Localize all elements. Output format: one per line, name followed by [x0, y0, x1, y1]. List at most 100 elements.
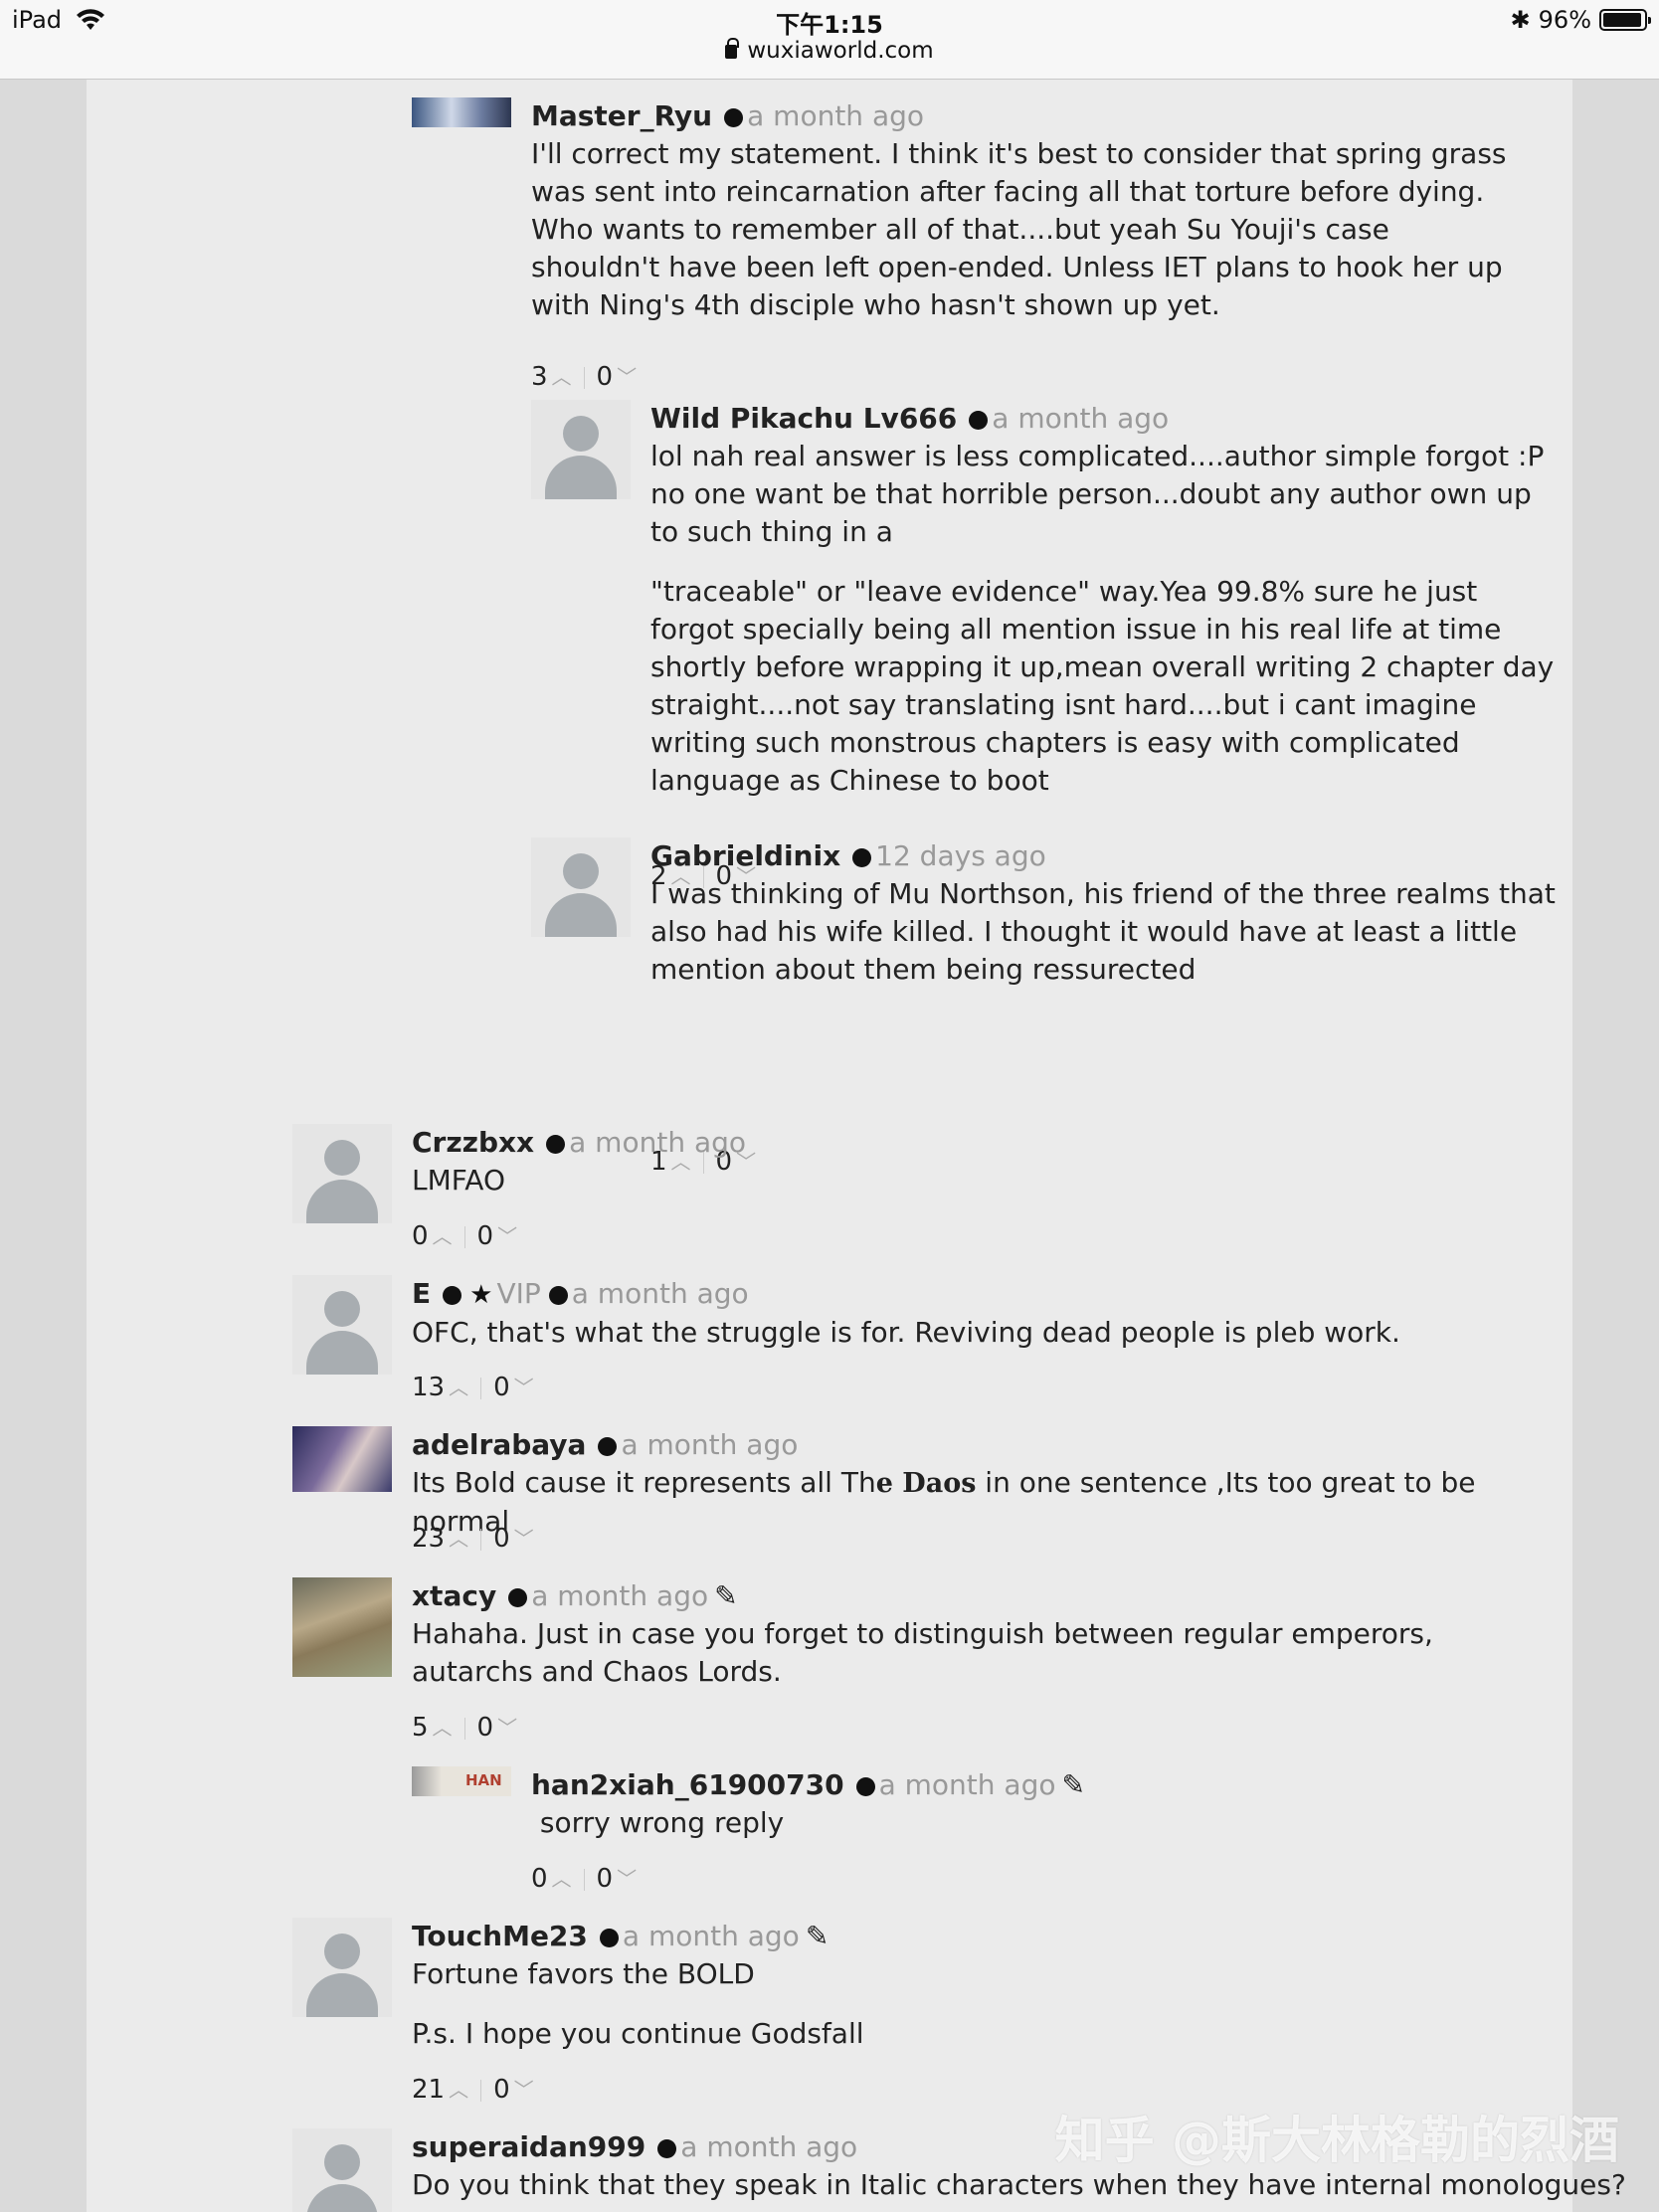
upvote-icon[interactable]: ︿	[552, 1863, 572, 1892]
vote-divider	[583, 366, 585, 389]
downvote-icon[interactable]: ﹀	[514, 2074, 534, 2103]
timestamp[interactable]: a month ago	[879, 1768, 1056, 1801]
avatar[interactable]	[292, 1275, 392, 1375]
watermark: 知乎 @斯大林格勒的烈酒	[1054, 2112, 1619, 2169]
comment-paragraph: LMFAO	[412, 1164, 505, 1197]
upvote-icon[interactable]: ︿	[433, 1220, 453, 1249]
timestamp[interactable]: a month ago	[623, 1920, 800, 1952]
comment-header: Gabrieldinix 12 days ago	[650, 837, 1566, 875]
upvote-icon[interactable]: ︿	[433, 1712, 453, 1741]
timestamp[interactable]: a month ago	[680, 2130, 857, 2163]
comment-paragraph: Hahaha. Just in case you forget to disti…	[412, 1617, 1433, 1688]
comment-paragraph: Fortune favors the BOLD	[412, 1957, 755, 1990]
battery-icon	[1599, 9, 1651, 31]
comment-paragraph: I'll correct my statement. I think it's …	[531, 137, 1507, 321]
downvote-count: 0	[596, 362, 614, 392]
username[interactable]: xtacy	[412, 1579, 496, 1612]
avatar[interactable]	[292, 2128, 392, 2212]
comment-text: OFC, that's what the struggle is for. Re…	[412, 1314, 1556, 1352]
downvote-icon[interactable]: ﹀	[617, 361, 637, 390]
avatar[interactable]	[292, 1577, 392, 1677]
upvote-count: 5	[412, 1713, 429, 1743]
battery-fill	[1603, 13, 1642, 27]
timestamp[interactable]: a month ago	[572, 1277, 749, 1310]
username[interactable]: Wild Pikachu Lv666	[650, 402, 957, 435]
avatar[interactable]: HAN	[412, 1766, 511, 1796]
comment-header: TouchMe23 a month ago ✎	[412, 1918, 1556, 1955]
separator-dot	[969, 411, 989, 430]
avatar[interactable]	[531, 400, 631, 499]
upvote-icon[interactable]: ︿	[449, 1372, 468, 1400]
downvote-icon[interactable]: ﹀	[497, 1220, 517, 1249]
timestamp[interactable]: a month ago	[531, 1579, 708, 1612]
username[interactable]: superaidan999	[412, 2130, 645, 2163]
clock: 下午1:15	[776, 11, 883, 39]
comment-text: Fortune favors the BOLD P.s. I hope you …	[412, 1955, 1556, 2053]
timestamp[interactable]: a month ago	[747, 99, 924, 132]
avatar[interactable]	[292, 1124, 392, 1223]
battery-percent: 96%	[1538, 6, 1591, 34]
bluetooth-icon: ✱	[1510, 6, 1531, 34]
address-bar[interactable]: wuxiaworld.com	[0, 38, 1659, 64]
upvote-icon[interactable]: ︿	[449, 1523, 468, 1552]
comment-text: Hahaha. Just in case you forget to disti…	[412, 1615, 1536, 1691]
username[interactable]: Master_Ryu	[531, 99, 712, 132]
vote-bar: 0 ︿ 0 ﹀	[531, 1864, 637, 1894]
username[interactable]: TouchMe23	[412, 1920, 588, 1952]
username[interactable]: Crzzbxx	[412, 1126, 534, 1159]
upvote-count: 23	[412, 1524, 446, 1554]
avatar[interactable]	[292, 1426, 392, 1492]
comment-text: sorry wrong reply	[531, 1804, 1526, 1842]
downvote-count: 0	[596, 1864, 614, 1894]
downvote-count: 0	[493, 1524, 510, 1554]
status-right: ✱ 96%	[1510, 6, 1651, 34]
comment-paragraph: sorry wrong reply	[531, 1806, 785, 1839]
vote-bar: 5 ︿ 0 ﹀	[412, 1713, 517, 1743]
star-icon: ★	[469, 1280, 493, 1310]
comment-header: Crzzbxx a month ago	[412, 1124, 1556, 1162]
lock-icon	[725, 38, 740, 59]
timestamp[interactable]: a month ago	[621, 1428, 798, 1461]
timestamp[interactable]: a month ago	[992, 402, 1169, 435]
vote-bar: 21 ︿ 0 ﹀	[412, 2075, 534, 2105]
timestamp[interactable]: 12 days ago	[875, 839, 1046, 872]
timestamp[interactable]: a month ago	[569, 1126, 746, 1159]
bold-text-segment: e Daos	[875, 1468, 977, 1499]
separator-dot	[657, 2139, 677, 2158]
avatar[interactable]	[531, 837, 631, 937]
downvote-icon[interactable]: ﹀	[514, 1523, 534, 1552]
username[interactable]: Gabrieldinix	[650, 839, 840, 872]
avatar-label: HAN	[465, 1771, 502, 1789]
vip-badge: VIP	[496, 1277, 541, 1310]
username[interactable]: adelrabaya	[412, 1428, 586, 1461]
vote-bar: 13 ︿ 0 ﹀	[412, 1373, 534, 1402]
separator-dot	[855, 1777, 875, 1796]
downvote-icon[interactable]: ﹀	[617, 1863, 637, 1892]
status-bar: iPad 下午1:15 wuxiaworld.com ✱ 96%	[0, 0, 1659, 80]
downvote-count: 0	[493, 2075, 510, 2105]
avatar[interactable]	[412, 97, 511, 127]
separator-dot	[852, 848, 872, 867]
vote-bar: 3 ︿ 0 ﹀	[531, 362, 637, 392]
comment-paragraph: I was thinking of Mu Northson, his frien…	[650, 877, 1556, 986]
downvote-icon[interactable]: ﹀	[514, 1372, 534, 1400]
username[interactable]: E	[412, 1277, 431, 1310]
vote-divider	[480, 2079, 482, 2102]
separator-dot	[508, 1588, 528, 1607]
downvote-icon[interactable]: ﹀	[497, 1712, 517, 1741]
upvote-icon[interactable]: ︿	[552, 361, 572, 390]
comment-text: LMFAO	[412, 1162, 1556, 1199]
upvote-icon[interactable]: ︿	[449, 2074, 468, 2103]
comments-page: Master_Ryu a month ago I'll correct my st…	[87, 80, 1626, 2212]
username[interactable]: han2xiah_61900730	[531, 1768, 844, 1801]
upvote-count: 0	[531, 1864, 548, 1894]
comment-header: xtacy a month ago ✎	[412, 1577, 1536, 1615]
downvote-count: 0	[476, 1221, 494, 1251]
separator-dot	[548, 1286, 568, 1305]
url-text: wuxiaworld.com	[747, 38, 934, 64]
comment-header: adelrabaya a month ago	[412, 1426, 1556, 1464]
avatar[interactable]	[292, 1918, 392, 2017]
edited-pencil-icon: ✎	[1061, 1768, 1085, 1801]
comment-text: I was thinking of Mu Northson, his frien…	[650, 875, 1566, 989]
vote-divider	[463, 1225, 465, 1248]
